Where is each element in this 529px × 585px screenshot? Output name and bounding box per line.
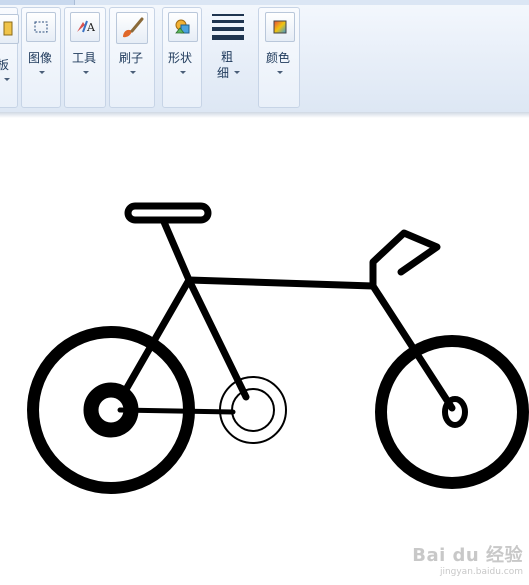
image-group-button[interactable]: 图像	[21, 7, 61, 108]
bicycle-front-wheel	[375, 335, 529, 489]
colors-caret-icon	[277, 71, 283, 74]
drawing-canvas[interactable]: Bai du 经验 jingyan.baidu.com	[0, 118, 529, 581]
shapes-group-button[interactable]: 形状	[162, 7, 202, 108]
size-label-line2: 细	[217, 66, 230, 80]
svg-text:A: A	[86, 21, 96, 34]
shapes-icon	[168, 12, 198, 42]
colors-label: 颜色	[266, 51, 291, 65]
bicycle-rear-hub	[83, 382, 139, 438]
bicycle-handlebar	[369, 229, 441, 290]
watermark-url: jingyan.baidu.com	[439, 567, 523, 577]
tools-group-button[interactable]: A 工具	[64, 7, 106, 108]
tools-caret-icon	[83, 71, 89, 74]
clipboard-group-button[interactable]: 板	[0, 7, 19, 108]
line-width-icon	[212, 14, 244, 44]
watermark-brand: Bai du 经验	[412, 545, 523, 566]
brushes-group-button[interactable]: 刷子	[109, 7, 155, 108]
clipboard-caret-icon	[4, 78, 10, 81]
ribbon: 板 图像 A 工具 刷子 形状 粗 细 颜色	[0, 0, 529, 113]
shapes-label: 形状	[168, 51, 193, 65]
clipboard-label: 板	[0, 58, 10, 72]
select-icon	[26, 12, 56, 42]
paste-icon	[0, 14, 19, 44]
brushes-label: 刷子	[119, 51, 144, 65]
ribbon-active-tab-edge	[0, 0, 75, 5]
brush-icon	[116, 12, 148, 44]
bicycle-top-tube	[185, 276, 377, 290]
tools-label: 工具	[72, 51, 97, 65]
tools-icon: A	[70, 12, 100, 42]
bicycle-front-hub	[442, 396, 468, 428]
bicycle-seat	[124, 202, 212, 224]
size-caret-icon	[234, 71, 240, 74]
ribbon-tab-strip	[0, 0, 529, 5]
watermark: Bai du 经验 jingyan.baidu.com	[412, 541, 523, 577]
size-button[interactable]: 粗 细	[206, 7, 254, 108]
image-caret-icon	[39, 71, 45, 74]
colors-group-button[interactable]: 颜色	[258, 7, 300, 108]
bicycle-down-tube	[185, 276, 250, 401]
image-label: 图像	[28, 51, 53, 65]
size-label-line1: 粗	[221, 50, 234, 64]
shapes-caret-icon	[180, 71, 186, 74]
brushes-caret-icon	[130, 71, 136, 74]
colors-icon	[265, 12, 295, 42]
bicycle-drawing	[27, 202, 529, 494]
bicycle-seat-post	[160, 218, 193, 284]
bicycle-chainring-inner	[231, 388, 275, 432]
